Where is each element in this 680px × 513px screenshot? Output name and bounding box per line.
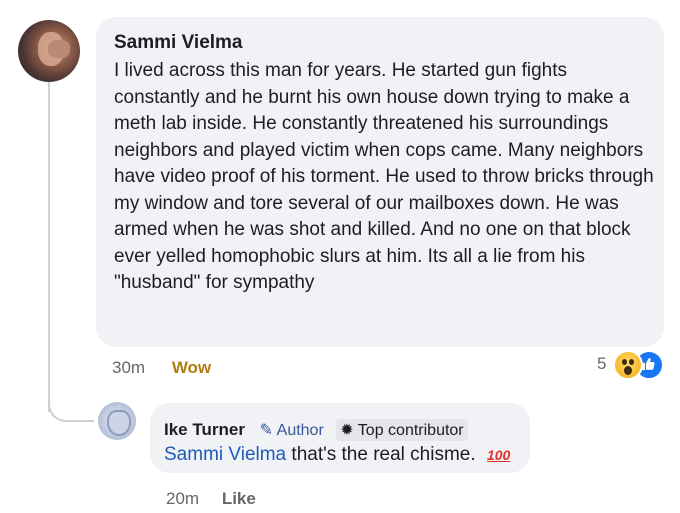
gear-badge-icon: ✹ [340,422,354,439]
reaction-summary[interactable] [613,350,673,380]
reaction-count[interactable]: 5 [597,354,606,374]
mention-link[interactable]: Sammi Vielma [164,444,286,465]
reply-bubble: Ike Turner ✎ Author ✹ Top contributor Sa… [150,403,530,473]
author-badge: ✎ Author [260,422,329,439]
commenter-avatar[interactable] [18,20,80,82]
comment-text: I lived across this man for years. He st… [114,60,654,293]
thread-connector [48,380,94,422]
comment-time[interactable]: 30m [112,358,145,377]
reply-text: that's the real chisme. [291,444,476,465]
reply-header: Ike Turner ✎ Author ✹ Top contributor [164,419,468,441]
thread-line [48,82,50,412]
top-contributor-label: Top contributor [357,422,464,439]
comment-author[interactable]: Sammi Vielma [114,32,243,54]
pencil-icon: ✎ [259,422,274,439]
hundred-points-icon: 100 [486,447,511,463]
comment-bubble: Sammi Vielma I lived across this man for… [96,17,664,347]
reply-meta: 20m Like [166,489,256,509]
avatar-hand [48,40,70,58]
author-badge-label: Author [276,422,324,439]
avatar-graphic [107,410,131,436]
reply-time[interactable]: 20m [166,489,199,508]
reply-author[interactable]: Ike Turner [164,420,245,439]
reply-avatar[interactable] [98,402,136,440]
wow-icon [613,350,643,380]
reaction-button[interactable]: Wow [172,358,211,377]
like-button[interactable]: Like [222,489,256,508]
comment-meta: 30m Wow [112,358,211,378]
reply-text-line: Sammi Vielma that's the real chisme. 100 [164,444,510,466]
top-contributor-badge[interactable]: ✹ Top contributor [336,419,468,441]
